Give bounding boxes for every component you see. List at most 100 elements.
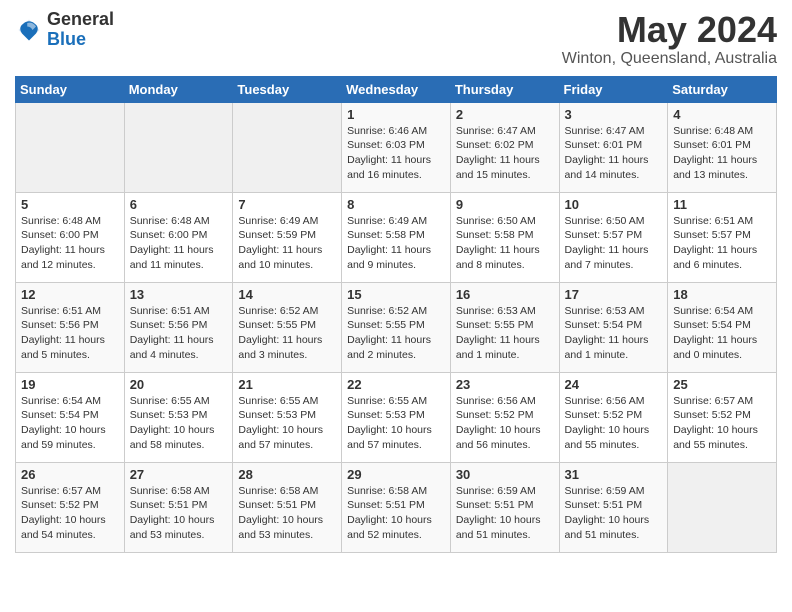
calendar-cell: 26 Sunrise: 6:57 AM Sunset: 5:52 PM Dayli… bbox=[16, 462, 125, 552]
calendar-cell bbox=[233, 102, 342, 192]
day-detail: Sunrise: 6:49 AM Sunset: 5:59 PM Dayligh… bbox=[238, 214, 336, 273]
logo-general: General bbox=[47, 9, 114, 29]
day-number: 10 bbox=[565, 197, 663, 212]
calendar-cell bbox=[668, 462, 777, 552]
calendar-cell: 23 Sunrise: 6:56 AM Sunset: 5:52 PM Dayli… bbox=[450, 372, 559, 462]
day-detail: Sunrise: 6:55 AM Sunset: 5:53 PM Dayligh… bbox=[238, 394, 336, 453]
calendar-cell: 8 Sunrise: 6:49 AM Sunset: 5:58 PM Daylig… bbox=[342, 192, 451, 282]
day-number: 27 bbox=[130, 467, 228, 482]
header-day-tuesday: Tuesday bbox=[233, 76, 342, 102]
day-detail: Sunrise: 6:48 AM Sunset: 6:01 PM Dayligh… bbox=[673, 124, 771, 183]
day-number: 21 bbox=[238, 377, 336, 392]
calendar-cell: 28Sunrise: 6:58 AM Sunset: 5:51 PM Dayli… bbox=[233, 462, 342, 552]
day-detail: Sunrise: 6:55 AM Sunset: 5:53 PM Dayligh… bbox=[130, 394, 228, 453]
day-detail: Sunrise: 6:50 AM Sunset: 5:58 PM Dayligh… bbox=[456, 214, 554, 273]
header-day-monday: Monday bbox=[124, 76, 233, 102]
day-detail: Sunrise: 6:52 AM Sunset: 5:55 PM Dayligh… bbox=[347, 304, 445, 363]
header-day-sunday: Sunday bbox=[16, 76, 125, 102]
day-detail: Sunrise: 6:47 AM Sunset: 6:02 PM Dayligh… bbox=[456, 124, 554, 183]
day-number: 11 bbox=[673, 197, 771, 212]
day-detail: Sunrise: 6:59 AM Sunset: 5:51 PM Dayligh… bbox=[456, 484, 554, 543]
calendar-cell: 14Sunrise: 6:52 AM Sunset: 5:55 PM Dayli… bbox=[233, 282, 342, 372]
day-number: 7 bbox=[238, 197, 336, 212]
day-detail: Sunrise: 6:46 AM Sunset: 6:03 PM Dayligh… bbox=[347, 124, 445, 183]
day-number: 23 bbox=[456, 377, 554, 392]
calendar-cell: 22Sunrise: 6:55 AM Sunset: 5:53 PM Dayli… bbox=[342, 372, 451, 462]
day-number: 14 bbox=[238, 287, 336, 302]
day-detail: Sunrise: 6:56 AM Sunset: 5:52 PM Dayligh… bbox=[456, 394, 554, 453]
calendar-cell: 17Sunrise: 6:53 AM Sunset: 5:54 PM Dayli… bbox=[559, 282, 668, 372]
main-title: May 2024 bbox=[562, 10, 777, 50]
logo-text: General Blue bbox=[47, 10, 114, 50]
day-number: 28 bbox=[238, 467, 336, 482]
calendar-cell: 25Sunrise: 6:57 AM Sunset: 5:52 PM Dayli… bbox=[668, 372, 777, 462]
day-number: 29 bbox=[347, 467, 445, 482]
day-number: 19 bbox=[21, 377, 119, 392]
header-day-wednesday: Wednesday bbox=[342, 76, 451, 102]
calendar-cell: 13 Sunrise: 6:51 AM Sunset: 5:56 PM Dayli… bbox=[124, 282, 233, 372]
day-number: 13 bbox=[130, 287, 228, 302]
day-detail: Sunrise: 6:48 AM Sunset: 6:00 PM Dayligh… bbox=[21, 214, 119, 273]
day-number: 26 bbox=[21, 467, 119, 482]
calendar-week-3: 12 Sunrise: 6:51 AM Sunset: 5:56 PM Dayli… bbox=[16, 282, 777, 372]
day-number: 16 bbox=[456, 287, 554, 302]
day-number: 25 bbox=[673, 377, 771, 392]
calendar-cell: 12Sunrise: 6:51 AM Sunset: 5:56 PM Dayli… bbox=[16, 282, 125, 372]
calendar-body: 1 Sunrise: 6:46 AM Sunset: 6:03 PM Daylig… bbox=[16, 102, 777, 552]
day-detail: Sunrise: 6:51 AM Sunset: 5:56 PM Dayligh… bbox=[130, 304, 228, 363]
day-number: 22 bbox=[347, 377, 445, 392]
header-row: SundayMondayTuesdayWednesdayThursdayFrid… bbox=[16, 76, 777, 102]
day-number: 18 bbox=[673, 287, 771, 302]
logo: General Blue bbox=[15, 10, 114, 50]
calendar-week-2: 5 Sunrise: 6:48 AM Sunset: 6:00 PM Daylig… bbox=[16, 192, 777, 282]
day-number: 8 bbox=[347, 197, 445, 212]
calendar-week-5: 26 Sunrise: 6:57 AM Sunset: 5:52 PM Dayli… bbox=[16, 462, 777, 552]
day-detail: Sunrise: 6:47 AM Sunset: 6:01 PM Dayligh… bbox=[565, 124, 663, 183]
day-number: 9 bbox=[456, 197, 554, 212]
calendar-cell: 15 Sunrise: 6:52 AM Sunset: 5:55 PM Dayli… bbox=[342, 282, 451, 372]
calendar-cell: 30Sunrise: 6:59 AM Sunset: 5:51 PM Dayli… bbox=[450, 462, 559, 552]
day-detail: Sunrise: 6:58 AM Sunset: 5:51 PM Dayligh… bbox=[130, 484, 228, 543]
calendar-cell bbox=[16, 102, 125, 192]
day-detail: Sunrise: 6:59 AM Sunset: 5:51 PM Dayligh… bbox=[565, 484, 663, 543]
day-detail: Sunrise: 6:51 AM Sunset: 5:57 PM Dayligh… bbox=[673, 214, 771, 273]
day-detail: Sunrise: 6:53 AM Sunset: 5:54 PM Dayligh… bbox=[565, 304, 663, 363]
calendar-cell: 20 Sunrise: 6:55 AM Sunset: 5:53 PM Dayli… bbox=[124, 372, 233, 462]
day-number: 2 bbox=[456, 107, 554, 122]
calendar-cell: 31 Sunrise: 6:59 AM Sunset: 5:51 PM Dayli… bbox=[559, 462, 668, 552]
calendar-cell: 10 Sunrise: 6:50 AM Sunset: 5:57 PM Dayli… bbox=[559, 192, 668, 282]
calendar-table: SundayMondayTuesdayWednesdayThursdayFrid… bbox=[15, 76, 777, 553]
calendar-header: SundayMondayTuesdayWednesdayThursdayFrid… bbox=[16, 76, 777, 102]
page-header: General Blue May 2024 Winton, Queensland… bbox=[15, 10, 777, 68]
calendar-cell: 2 Sunrise: 6:47 AM Sunset: 6:02 PM Daylig… bbox=[450, 102, 559, 192]
day-number: 4 bbox=[673, 107, 771, 122]
calendar-cell: 9 Sunrise: 6:50 AM Sunset: 5:58 PM Daylig… bbox=[450, 192, 559, 282]
calendar-cell: 21 Sunrise: 6:55 AM Sunset: 5:53 PM Dayli… bbox=[233, 372, 342, 462]
calendar-week-1: 1 Sunrise: 6:46 AM Sunset: 6:03 PM Daylig… bbox=[16, 102, 777, 192]
day-number: 12 bbox=[21, 287, 119, 302]
calendar-cell bbox=[124, 102, 233, 192]
day-detail: Sunrise: 6:54 AM Sunset: 5:54 PM Dayligh… bbox=[21, 394, 119, 453]
day-detail: Sunrise: 6:50 AM Sunset: 5:57 PM Dayligh… bbox=[565, 214, 663, 273]
calendar-cell: 11 Sunrise: 6:51 AM Sunset: 5:57 PM Dayli… bbox=[668, 192, 777, 282]
calendar-cell: 29Sunrise: 6:58 AM Sunset: 5:51 PM Dayli… bbox=[342, 462, 451, 552]
day-detail: Sunrise: 6:49 AM Sunset: 5:58 PM Dayligh… bbox=[347, 214, 445, 273]
logo-blue: Blue bbox=[47, 29, 86, 49]
calendar-cell: 1 Sunrise: 6:46 AM Sunset: 6:03 PM Daylig… bbox=[342, 102, 451, 192]
day-number: 15 bbox=[347, 287, 445, 302]
calendar-cell: 24Sunrise: 6:56 AM Sunset: 5:52 PM Dayli… bbox=[559, 372, 668, 462]
day-detail: Sunrise: 6:53 AM Sunset: 5:55 PM Dayligh… bbox=[456, 304, 554, 363]
day-number: 1 bbox=[347, 107, 445, 122]
calendar-week-4: 19 Sunrise: 6:54 AM Sunset: 5:54 PM Dayli… bbox=[16, 372, 777, 462]
day-detail: Sunrise: 6:54 AM Sunset: 5:54 PM Dayligh… bbox=[673, 304, 771, 363]
header-day-friday: Friday bbox=[559, 76, 668, 102]
calendar-cell: 18 Sunrise: 6:54 AM Sunset: 5:54 PM Dayli… bbox=[668, 282, 777, 372]
day-number: 31 bbox=[565, 467, 663, 482]
day-number: 5 bbox=[21, 197, 119, 212]
calendar-cell: 3Sunrise: 6:47 AM Sunset: 6:01 PM Daylig… bbox=[559, 102, 668, 192]
calendar-cell: 7 Sunrise: 6:49 AM Sunset: 5:59 PM Daylig… bbox=[233, 192, 342, 282]
day-detail: Sunrise: 6:57 AM Sunset: 5:52 PM Dayligh… bbox=[21, 484, 119, 543]
day-number: 20 bbox=[130, 377, 228, 392]
day-detail: Sunrise: 6:48 AM Sunset: 6:00 PM Dayligh… bbox=[130, 214, 228, 273]
calendar-cell: 6Sunrise: 6:48 AM Sunset: 6:00 PM Daylig… bbox=[124, 192, 233, 282]
